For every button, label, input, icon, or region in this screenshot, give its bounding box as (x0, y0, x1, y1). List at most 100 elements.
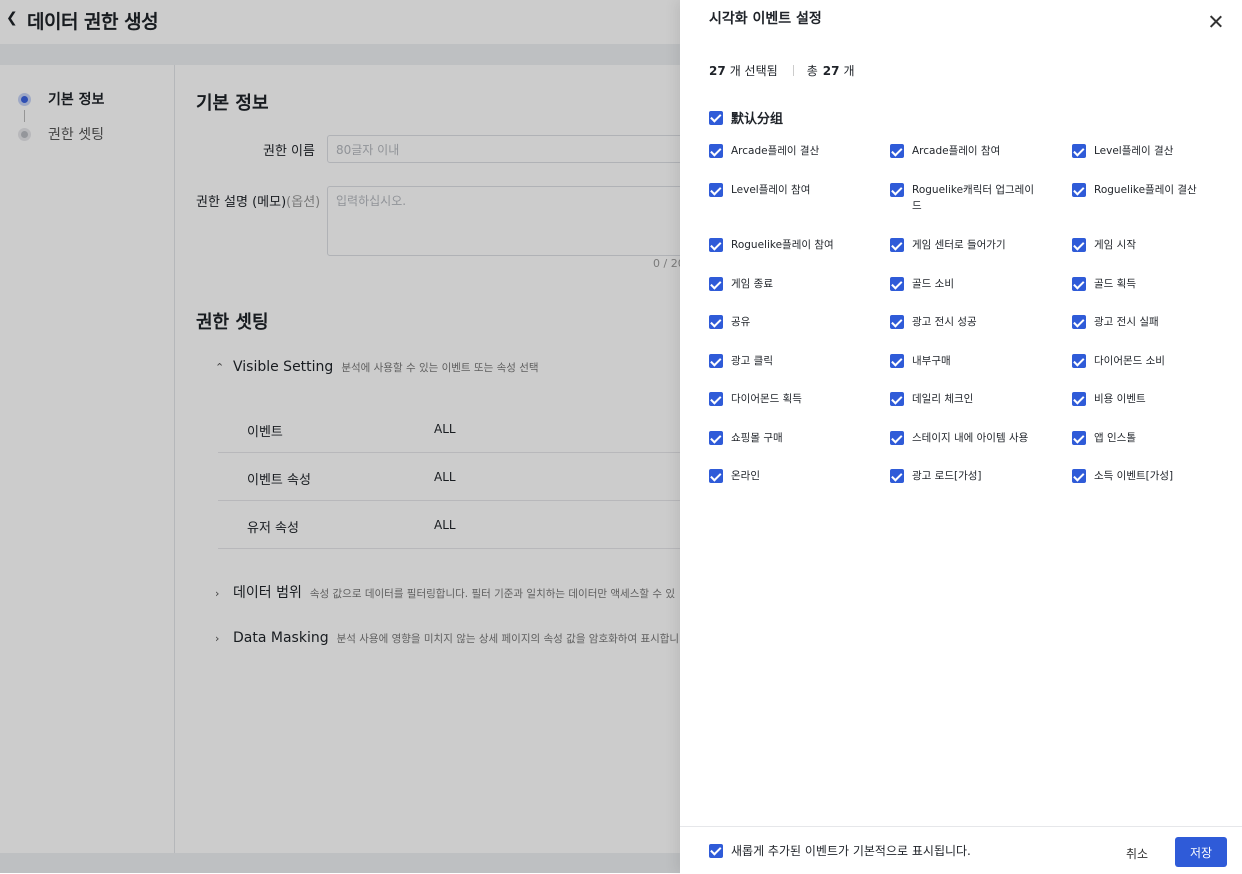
checkbox-checked-icon (709, 431, 723, 445)
event-label: 게임 시작 (1094, 239, 1136, 251)
checkbox-checked-icon (890, 238, 904, 252)
checkbox-checked-icon (1072, 315, 1086, 329)
checkbox-checked-icon (1072, 183, 1086, 197)
checkbox-checked-icon (709, 469, 723, 483)
event-label: Roguelike캐릭터 업그레이드 (912, 184, 1034, 212)
event-checkbox-item[interactable]: 온라인 (709, 468, 869, 484)
summary-divider (792, 65, 794, 76)
event-checkbox-item[interactable]: 광고 전시 실패 (1072, 314, 1232, 330)
event-label: 쇼핑몰 구매 (731, 432, 783, 444)
event-checkbox-item[interactable]: 데일리 체크인 (890, 391, 1050, 407)
checkbox-checked-icon (1072, 277, 1086, 291)
event-label: Roguelike플레이 결산 (1094, 184, 1197, 196)
event-label: 골드 소비 (912, 278, 954, 290)
event-checkbox-item[interactable]: 공유 (709, 314, 869, 330)
checkbox-checked-icon (1072, 238, 1086, 252)
checkbox-checked-icon (890, 315, 904, 329)
event-checkbox-item[interactable]: Roguelike플레이 결산 (1072, 182, 1232, 198)
checkbox-checked-icon (890, 144, 904, 158)
event-checkbox-item[interactable]: Roguelike캐릭터 업그레이드 (890, 182, 1050, 214)
event-checkbox-item[interactable]: 광고 로드[가성] (890, 468, 1050, 484)
checkbox-checked-icon (709, 315, 723, 329)
event-checkbox-item[interactable]: Level플레이 결산 (1072, 143, 1232, 159)
event-visibility-drawer: 시각화 이벤트 설정 27 개 선택됨 총 27 개 默认分组 Arcade플레… (680, 0, 1242, 874)
group-label: 默认分组 (731, 112, 784, 127)
cancel-button[interactable]: 취소 (1126, 845, 1148, 862)
show-new-events-checkbox[interactable]: 새롭게 추가된 이벤트가 기본적으로 표시됩니다. (709, 842, 971, 859)
event-label: 데일리 체크인 (912, 393, 974, 405)
event-checkbox-item[interactable]: Arcade플레이 결산 (709, 143, 869, 159)
checkbox-checked-icon (709, 843, 723, 858)
event-checkbox-item[interactable]: 비용 이벤트 (1072, 391, 1232, 407)
event-checkbox-item[interactable]: 게임 센터로 들어가기 (890, 237, 1050, 253)
event-checkbox-item[interactable]: Arcade플레이 참여 (890, 143, 1050, 159)
checkbox-checked-icon (890, 277, 904, 291)
event-label: 광고 로드[가성] (912, 470, 982, 482)
drawer-title: 시각화 이벤트 설정 (709, 11, 822, 27)
event-checkbox-item[interactable]: 앱 인스톨 (1072, 430, 1232, 446)
event-label: 온라인 (731, 470, 760, 482)
event-label: 소득 이벤트[가성] (1094, 470, 1174, 482)
event-label: 내부구매 (912, 355, 951, 367)
event-checkbox-item[interactable]: 내부구매 (890, 353, 1050, 369)
event-label: 게임 종료 (731, 278, 773, 290)
event-label: 게임 센터로 들어가기 (912, 239, 1006, 251)
event-checkbox-item[interactable]: 광고 전시 성공 (890, 314, 1050, 330)
show-new-events-label: 새롭게 추가된 이벤트가 기본적으로 표시됩니다. (731, 844, 971, 858)
event-label: 광고 클릭 (731, 355, 773, 367)
event-label: 다이어몬드 소비 (1094, 355, 1165, 367)
event-checkbox-item[interactable]: Level플레이 참여 (709, 182, 869, 198)
event-label: 공유 (731, 316, 751, 328)
event-label: Arcade플레이 참여 (912, 145, 1001, 157)
event-checkbox-item[interactable]: 소득 이벤트[가성] (1072, 468, 1232, 484)
group-checkbox[interactable]: 默认分组 (709, 108, 783, 127)
drawer-footer: 새롭게 추가된 이벤트가 기본적으로 표시됩니다. 취소 저장 (680, 826, 1242, 874)
event-checkbox-item[interactable]: 스테이지 내에 아이템 사용 (890, 430, 1050, 446)
save-button[interactable]: 저장 (1175, 837, 1227, 867)
event-label: Level플레이 참여 (731, 184, 811, 196)
checkbox-checked-icon (709, 183, 723, 197)
event-checkbox-item[interactable]: 쇼핑몰 구매 (709, 430, 869, 446)
event-label: 골드 획득 (1094, 278, 1136, 290)
checkbox-checked-icon (1072, 431, 1086, 445)
event-checkbox-item[interactable]: 게임 종료 (709, 276, 869, 292)
checkbox-checked-icon (1072, 392, 1086, 406)
checkbox-checked-icon (890, 469, 904, 483)
checkbox-checked-icon (1072, 144, 1086, 158)
checkbox-checked-icon (1072, 354, 1086, 368)
event-label: 앱 인스톨 (1094, 432, 1136, 444)
close-icon[interactable] (1206, 12, 1226, 32)
selected-count: 27 (709, 63, 726, 78)
checkbox-checked-icon (890, 431, 904, 445)
event-checkbox-item[interactable]: 게임 시작 (1072, 237, 1232, 253)
event-checkbox-item[interactable]: 다이어몬드 획득 (709, 391, 869, 407)
event-label: 스테이지 내에 아이템 사용 (912, 432, 1029, 444)
checkbox-checked-icon (709, 277, 723, 291)
event-label: 다이어몬드 획득 (731, 393, 802, 405)
event-label: Level플레이 결산 (1094, 145, 1174, 157)
total-prefix: 총 (806, 64, 818, 78)
checkbox-checked-icon (709, 144, 723, 158)
total-suffix: 개 (843, 64, 855, 78)
checkbox-checked-icon (890, 183, 904, 197)
event-checkbox-item[interactable]: Roguelike플레이 참여 (709, 237, 869, 253)
event-label: Arcade플레이 결산 (731, 145, 820, 157)
total-count: 27 (822, 63, 840, 78)
selection-summary: 27 개 선택됨 총 27 개 (709, 62, 854, 79)
event-checkbox-item[interactable]: 골드 획득 (1072, 276, 1232, 292)
event-label: 비용 이벤트 (1094, 393, 1146, 405)
event-label: Roguelike플레이 참여 (731, 239, 834, 251)
checkbox-checked-icon (709, 354, 723, 368)
event-label: 광고 전시 성공 (912, 316, 977, 328)
event-checkbox-item[interactable]: 다이어몬드 소비 (1072, 353, 1232, 369)
checkbox-checked-icon (890, 392, 904, 406)
checkbox-checked-icon (709, 392, 723, 406)
checkbox-checked-icon (709, 238, 723, 252)
checkbox-checked-icon (1072, 469, 1086, 483)
event-checkbox-item[interactable]: 광고 클릭 (709, 353, 869, 369)
event-label: 광고 전시 실패 (1094, 316, 1159, 328)
checkbox-checked-icon (890, 354, 904, 368)
event-checkbox-item[interactable]: 골드 소비 (890, 276, 1050, 292)
selected-suffix: 개 선택됨 (729, 64, 778, 78)
checkbox-checked-icon (709, 110, 723, 125)
